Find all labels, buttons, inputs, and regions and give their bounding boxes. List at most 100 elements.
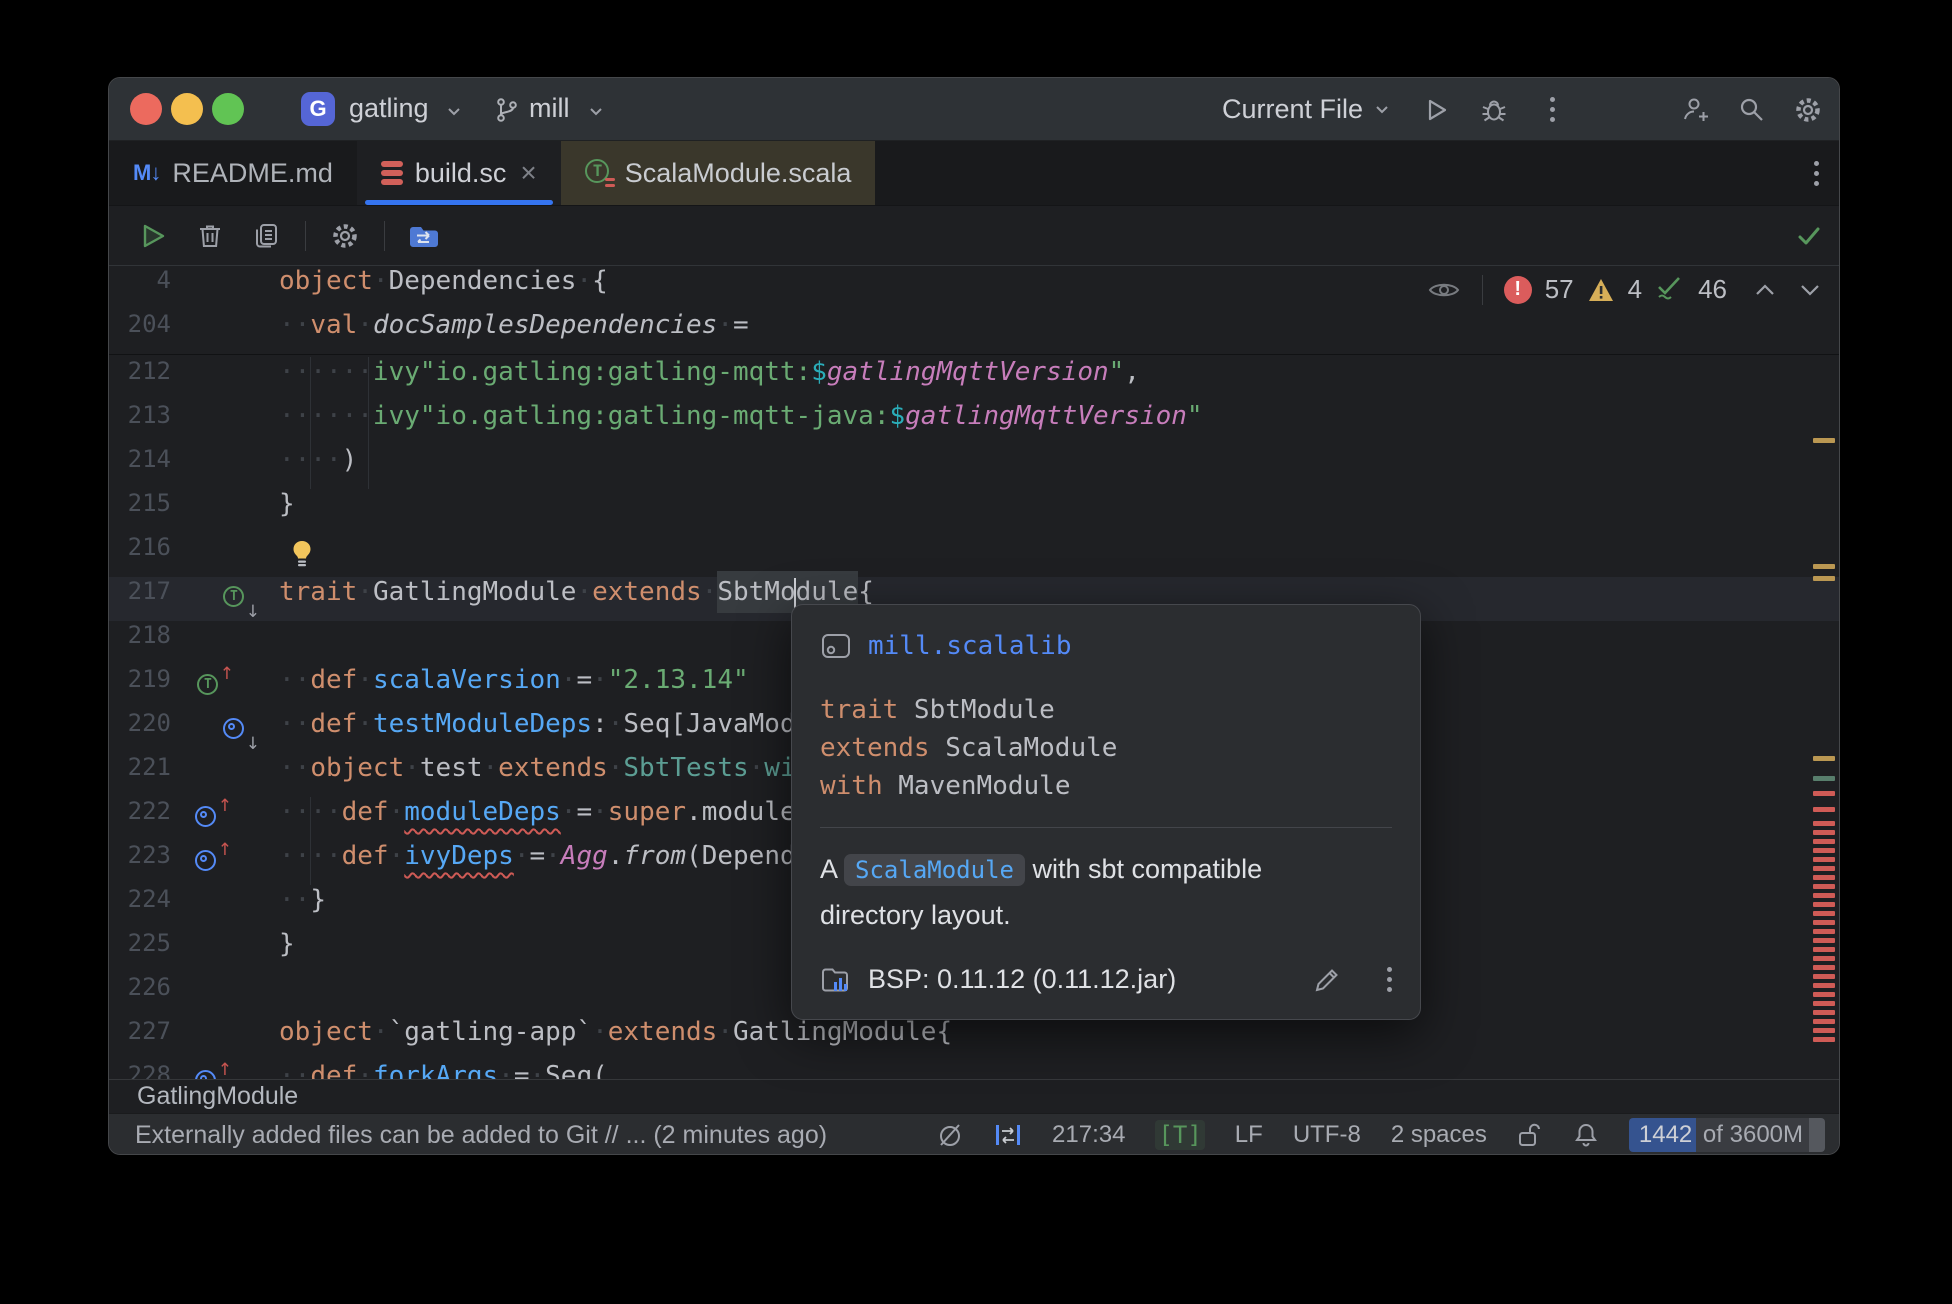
debug-button[interactable] [1477,93,1511,127]
add-user-button[interactable] [1679,93,1713,127]
project-widget[interactable]: gatling [349,93,429,124]
code-line[interactable]: 228↑··def·forkArgs·=·Seq( [109,1061,1839,1079]
line-ending-selector[interactable]: LF [1235,1121,1263,1149]
line-number[interactable]: 225 [109,929,171,957]
tab-readme[interactable]: M↓ README.md [109,141,357,205]
intention-bulb-icon[interactable] [289,539,315,569]
code-segment: gatlingMqttVersion [827,357,1109,387]
delete-trash-icon[interactable] [193,219,227,253]
gutter-override-up-icon[interactable]: ↑ [195,848,227,880]
line-number[interactable]: 220 [109,709,171,737]
gutter-override-down-icon[interactable]: ↓ [223,716,255,748]
gutter-trait-down-icon[interactable]: T↓ [223,584,255,616]
popup-more-options-icon[interactable] [1387,967,1392,992]
line-number[interactable]: 226 [109,973,171,1001]
error-count[interactable]: 57 [1545,274,1574,305]
line-number[interactable]: 228 [109,1061,171,1079]
line-number[interactable]: 223 [109,841,171,869]
breadcrumb-item[interactable]: GatlingModule [137,1082,298,1111]
memory-allocated-bar [1809,1118,1825,1152]
close-tab-icon[interactable]: × [520,157,536,189]
line-number[interactable]: 224 [109,885,171,913]
gutter-override-up-icon[interactable]: ↑ [195,1068,227,1079]
code-segment: SbtModule [914,695,1055,725]
caret-position[interactable]: 217:34 [1052,1121,1125,1149]
line-number[interactable]: 215 [109,489,171,517]
line-number[interactable]: 213 [109,401,171,429]
code-segment: = [529,841,545,871]
project-icon[interactable]: G [301,92,335,126]
indent-sync-icon[interactable] [994,1122,1022,1148]
notifications-bell-icon[interactable] [1573,1121,1599,1149]
run-button[interactable] [1419,93,1453,127]
settings-gear-icon[interactable] [1791,93,1825,127]
popup-package-link[interactable]: mill.scalalib [868,631,1072,661]
highlighting-eye-icon[interactable] [1427,277,1461,303]
inspections-widget[interactable]: ! 57 4 46 [1427,274,1821,305]
sync-folder-icon[interactable] [407,219,441,253]
problems-ok-check-icon[interactable] [1795,222,1823,250]
edit-pencil-icon[interactable] [1313,966,1341,994]
code-text: } [279,929,295,959]
code-line[interactable]: 204··val·docSamplesDependencies·= [109,310,1839,354]
code-line[interactable]: 215} [109,489,1839,533]
toolbar-separator [305,221,306,251]
line-number[interactable]: 212 [109,357,171,385]
line-number[interactable]: 214 [109,445,171,473]
stripe-mark [1813,956,1835,961]
run-settings-gear-icon[interactable] [328,219,362,253]
previous-problem-chevron-up-icon[interactable] [1754,282,1776,298]
code-segment: . [608,841,624,871]
lock-icon[interactable] [1517,1121,1543,1149]
line-number[interactable]: 221 [109,753,171,781]
minimize-window-button[interactable] [171,93,203,125]
scalamodule-link-chip[interactable]: ScalaModule [844,854,1025,886]
stripe-mark [1813,902,1835,907]
line-number[interactable]: 216 [109,533,171,561]
run-script-button[interactable] [137,219,171,253]
highlighting-off-icon[interactable] [936,1121,964,1149]
gutter-trait-up-icon[interactable]: T↑ [197,672,229,704]
next-problem-chevron-down-icon[interactable] [1799,282,1821,298]
git-branch-widget[interactable]: mill [529,93,570,124]
editor-toolbar [109,206,1839,266]
type-aware-highlighting-badge[interactable]: [T] [1155,1120,1204,1150]
line-number[interactable]: 204 [109,310,171,338]
line-number[interactable]: 219 [109,665,171,693]
error-count-icon: ! [1504,276,1532,304]
line-number[interactable]: 222 [109,797,171,825]
indent-selector[interactable]: 2 spaces [1391,1121,1487,1149]
code-segment: = [576,797,592,827]
run-configuration-selector[interactable]: Current File [1222,94,1363,125]
zoom-window-button[interactable] [212,93,244,125]
code-segment: $ [811,357,827,387]
git-branch-icon [493,96,521,124]
copy-stack-icon[interactable] [249,219,283,253]
line-number[interactable]: 218 [109,621,171,649]
code-segment: · [576,577,592,607]
warning-count[interactable]: 4 [1628,274,1642,305]
search-icon[interactable] [1735,93,1769,127]
tab-scalamodule[interactable]: T ScalaModule.scala [561,141,876,205]
ok-count[interactable]: 46 [1698,274,1727,305]
code-text: ······ivy"io.gatling:gatling-mqtt-java:$… [279,401,1203,431]
line-number[interactable]: 217 [109,577,171,605]
error-stripe-scrollbar[interactable] [1809,266,1839,1079]
code-segment: ivyDeps [404,841,514,871]
code-segment: SbtMo [717,571,795,613]
code-segment: · [357,709,373,739]
line-number[interactable]: 4 [109,266,171,294]
code-segment: def [310,709,357,739]
memory-indicator[interactable]: 1442 of 3600M [1629,1118,1825,1152]
more-actions-button[interactable] [1535,93,1569,127]
code-line[interactable]: 227object·`gatling-app`·extends·GatlingM… [109,1017,1839,1061]
gutter-override-up-icon[interactable]: ↑ [195,804,227,836]
code-line[interactable]: 216 [109,533,1839,577]
close-window-button[interactable] [130,93,162,125]
tab-list-menu-icon[interactable] [1814,161,1819,186]
encoding-selector[interactable]: UTF-8 [1293,1121,1361,1149]
line-number[interactable]: 227 [109,1017,171,1045]
markdown-file-icon: M↓ [133,160,160,186]
code-segment: { [592,266,608,296]
tab-build-sc[interactable]: build.sc × [357,141,561,205]
